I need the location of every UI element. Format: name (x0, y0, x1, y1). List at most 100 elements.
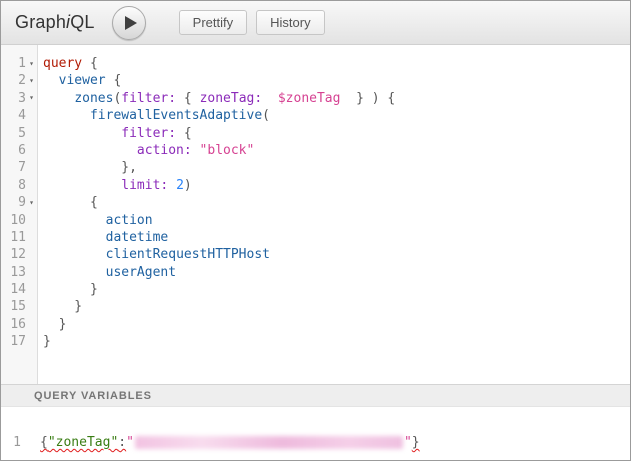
code-line[interactable]: filter: { (43, 125, 630, 142)
code-token: { (176, 91, 199, 106)
query-code-area[interactable]: query { viewer { zones(filter: { zoneTag… (38, 45, 630, 384)
code-token: } (43, 299, 82, 314)
code-token: } ) { (340, 91, 395, 106)
code-line[interactable]: } (43, 333, 630, 350)
gutter-row: 10 (1, 212, 37, 229)
code-line[interactable]: userAgent (43, 264, 630, 281)
code-line[interactable]: } (43, 316, 630, 333)
line-number: 5 (1, 125, 26, 142)
gutter-row: 13 (1, 264, 37, 281)
code-token: clientRequestHTTPHost (106, 247, 270, 262)
logo-text: QL (70, 12, 94, 32)
code-token: $zoneTag (278, 91, 341, 106)
code-token (43, 73, 59, 88)
code-token: filter: (121, 126, 176, 141)
code-token: limit: (121, 178, 168, 193)
line-number: 11 (1, 229, 26, 246)
code-token: firewallEventsAdaptive (90, 108, 262, 123)
code-token: "zoneTag" (48, 435, 118, 450)
code-token (43, 91, 74, 106)
code-line[interactable]: query { (43, 55, 630, 72)
code-token (43, 247, 106, 262)
gutter-row: 4 (1, 107, 37, 124)
line-number: 4 (1, 107, 26, 124)
logo-text: Graph (15, 12, 66, 32)
code-token: action (106, 213, 153, 228)
code-token: datetime (106, 230, 169, 245)
code-line[interactable]: limit: 2) (43, 177, 630, 194)
code-token: query (43, 56, 82, 71)
code-token: : (118, 435, 126, 450)
code-line[interactable]: action (43, 212, 630, 229)
code-line[interactable]: clientRequestHTTPHost (43, 246, 630, 263)
code-token: { (106, 73, 122, 88)
variables-code-area[interactable]: {"zoneTag":""} (27, 434, 630, 460)
graphiql-window: GraphiQL Prettify History 1▾2▾3▾456789▾1… (0, 0, 631, 461)
gutter-row: 3▾ (1, 90, 37, 107)
code-token (43, 143, 137, 158)
line-number: 3 (1, 90, 26, 107)
gutter-row: 12 (1, 246, 37, 263)
code-token: userAgent (106, 265, 176, 280)
execute-button[interactable] (112, 6, 146, 40)
gutter-row: 7 (1, 159, 37, 176)
code-token (43, 178, 121, 193)
line-number: 17 (1, 333, 26, 350)
line-number: 12 (1, 246, 26, 263)
code-token: { (176, 126, 192, 141)
prettify-button[interactable]: Prettify (179, 10, 247, 35)
line-number: 8 (1, 177, 26, 194)
code-line[interactable]: zones(filter: { zoneTag: $zoneTag } ) { (43, 90, 630, 107)
code-token: action: (137, 143, 192, 158)
code-token: " (404, 435, 412, 450)
line-number: 15 (1, 298, 26, 315)
code-line[interactable]: {"zoneTag":""} (40, 434, 630, 451)
gutter-row: 14 (1, 281, 37, 298)
toolbar: GraphiQL Prettify History (1, 1, 630, 45)
variables-editor[interactable]: 1 {"zoneTag":""} (1, 407, 630, 460)
code-line[interactable]: }, (43, 159, 630, 176)
code-token: zones (74, 91, 113, 106)
history-button[interactable]: History (256, 10, 324, 35)
code-line[interactable]: datetime (43, 229, 630, 246)
code-token: "block" (200, 143, 255, 158)
line-number: 16 (1, 316, 26, 333)
play-icon (125, 16, 137, 30)
code-token (43, 108, 90, 123)
code-line[interactable]: firewallEventsAdaptive( (43, 107, 630, 124)
gutter-row: 5 (1, 125, 37, 142)
gutter-row: 8 (1, 177, 37, 194)
code-token: }, (43, 160, 137, 175)
code-token: { (82, 56, 98, 71)
code-token (43, 230, 106, 245)
code-line[interactable]: viewer { (43, 72, 630, 89)
code-token: } (43, 317, 66, 332)
code-token: viewer (59, 73, 106, 88)
gutter-row: 9▾ (1, 194, 37, 211)
code-token: 2 (176, 178, 184, 193)
fold-arrow-icon[interactable]: ▾ (26, 77, 37, 85)
gutter-row: 1▾ (1, 55, 37, 72)
code-token (43, 265, 106, 280)
code-line[interactable]: action: "block" (43, 142, 630, 159)
line-number: 13 (1, 264, 26, 281)
line-number: 9 (1, 194, 26, 211)
code-token (168, 178, 176, 193)
line-number: 7 (1, 159, 26, 176)
line-number: 2 (1, 72, 26, 89)
fold-arrow-icon[interactable]: ▾ (26, 199, 37, 207)
fold-arrow-icon[interactable]: ▾ (26, 60, 37, 68)
line-number: 14 (1, 281, 26, 298)
code-line[interactable]: } (43, 281, 630, 298)
graphiql-logo: GraphiQL (15, 12, 95, 33)
line-number: 1 (1, 55, 26, 72)
code-token: " (126, 435, 134, 450)
code-token: zoneTag: (200, 91, 263, 106)
fold-arrow-icon[interactable]: ▾ (26, 94, 37, 102)
gutter-row: 6 (1, 142, 37, 159)
query-editor[interactable]: 1▾2▾3▾456789▾1011121314151617 query { vi… (1, 45, 630, 384)
code-line[interactable]: } (43, 298, 630, 315)
gutter-row: 16 (1, 316, 37, 333)
code-line[interactable]: { (43, 194, 630, 211)
variables-panel-header[interactable]: QUERY VARIABLES (1, 384, 630, 407)
